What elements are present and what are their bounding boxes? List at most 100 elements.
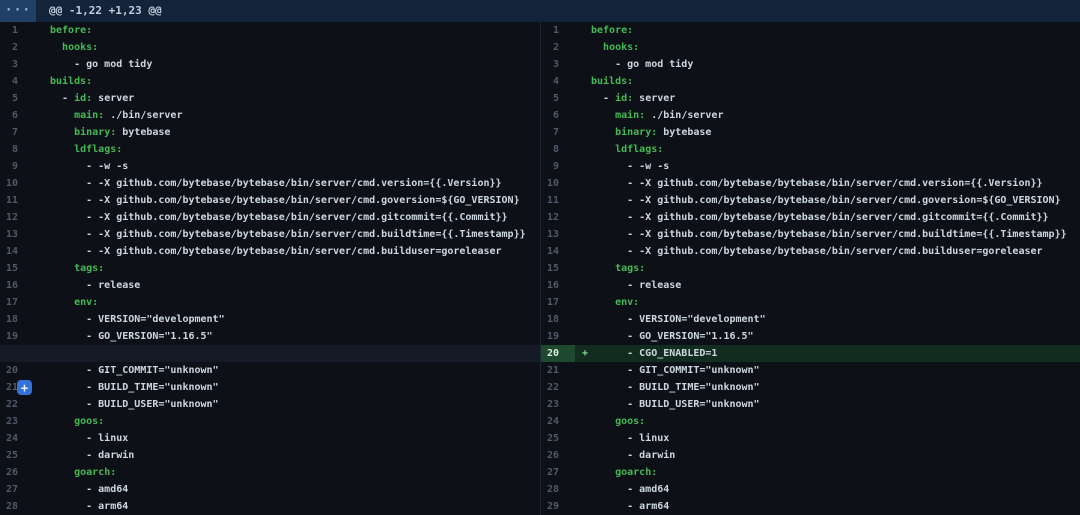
line-number[interactable]: 19 bbox=[541, 328, 575, 345]
line-number[interactable]: 18 bbox=[541, 311, 575, 328]
line-number[interactable]: 9 bbox=[541, 158, 575, 175]
code-line: tags: bbox=[50, 260, 104, 277]
diff-line-right-14: 14 - -X github.com/bytebase/bytebase/bin… bbox=[541, 243, 1080, 260]
line-number[interactable]: 5 bbox=[0, 90, 34, 107]
code-line: - -X github.com/bytebase/bytebase/bin/se… bbox=[50, 243, 502, 260]
diff-line-right-1: 1before: bbox=[541, 22, 1080, 39]
line-number[interactable]: 25 bbox=[541, 430, 575, 447]
line-number[interactable]: 28 bbox=[0, 498, 34, 515]
gutter-gap bbox=[575, 73, 591, 90]
code-line: - arm64 bbox=[591, 498, 669, 515]
diff-line-left-17: 17 env: bbox=[0, 294, 540, 311]
code-line: - BUILD_TIME="unknown" bbox=[591, 379, 760, 396]
diff-line-left-10: 10 - -X github.com/bytebase/bytebase/bin… bbox=[0, 175, 540, 192]
line-number[interactable]: 17 bbox=[0, 294, 34, 311]
gutter-gap bbox=[575, 413, 591, 430]
line-number[interactable]: 24 bbox=[0, 430, 34, 447]
line-number[interactable]: 28 bbox=[541, 481, 575, 498]
gutter-gap bbox=[575, 277, 591, 294]
gutter-gap bbox=[575, 447, 591, 464]
line-number[interactable]: 4 bbox=[541, 73, 575, 90]
line-number[interactable]: 15 bbox=[541, 260, 575, 277]
line-number[interactable]: 1 bbox=[541, 22, 575, 39]
gutter-gap bbox=[34, 447, 50, 464]
diff-line-left-6: 6 main: ./bin/server bbox=[0, 107, 540, 124]
line-number[interactable]: 20 bbox=[541, 345, 575, 362]
line-number[interactable]: 3 bbox=[0, 56, 34, 73]
gutter-gap bbox=[575, 39, 591, 56]
line-number[interactable]: 18 bbox=[0, 311, 34, 328]
diff-line-right-9: 9 - -w -s bbox=[541, 158, 1080, 175]
line-number[interactable]: 12 bbox=[541, 209, 575, 226]
code-line: - go mod tidy bbox=[50, 56, 152, 73]
line-number[interactable]: 27 bbox=[541, 464, 575, 481]
code-line: - go mod tidy bbox=[591, 56, 693, 73]
gutter-gap bbox=[575, 90, 591, 107]
line-number[interactable]: 10 bbox=[541, 175, 575, 192]
line-number[interactable]: 2 bbox=[541, 39, 575, 56]
line-number[interactable]: 13 bbox=[541, 226, 575, 243]
diff-line-right-8: 8 ldflags: bbox=[541, 141, 1080, 158]
line-number[interactable]: 23 bbox=[0, 413, 34, 430]
line-number[interactable]: 16 bbox=[0, 277, 34, 294]
line-number[interactable]: 3 bbox=[541, 56, 575, 73]
line-number[interactable]: 26 bbox=[0, 464, 34, 481]
code-line: - CGO_ENABLED=1 bbox=[591, 345, 717, 362]
diff-line-left-1: 1before: bbox=[0, 22, 540, 39]
expand-hunk-button[interactable]: ··· bbox=[0, 0, 36, 22]
diff-line-right-21: 21 - GIT_COMMIT="unknown" bbox=[541, 362, 1080, 379]
gutter-gap bbox=[34, 73, 50, 90]
line-number[interactable]: 27 bbox=[0, 481, 34, 498]
line-number[interactable]: 29 bbox=[541, 498, 575, 515]
line-number[interactable]: 8 bbox=[541, 141, 575, 158]
gutter-gap bbox=[575, 124, 591, 141]
line-number[interactable]: 19 bbox=[0, 328, 34, 345]
line-number[interactable]: 22 bbox=[0, 396, 34, 413]
code-line: - id: server bbox=[50, 90, 134, 107]
code-line: - id: server bbox=[591, 90, 675, 107]
line-number[interactable]: 16 bbox=[541, 277, 575, 294]
line-number[interactable]: 22 bbox=[541, 379, 575, 396]
gutter-gap bbox=[34, 22, 50, 39]
gutter-gap bbox=[575, 396, 591, 413]
code-line: goarch: bbox=[50, 464, 116, 481]
line-number[interactable]: 20 bbox=[0, 362, 34, 379]
line-number[interactable]: 24 bbox=[541, 413, 575, 430]
gutter-gap bbox=[575, 328, 591, 345]
line-number[interactable]: 15 bbox=[0, 260, 34, 277]
line-number[interactable]: 12 bbox=[0, 209, 34, 226]
line-number[interactable]: 7 bbox=[0, 124, 34, 141]
gutter-gap bbox=[575, 141, 591, 158]
line-number[interactable]: 21 bbox=[541, 362, 575, 379]
line-number[interactable]: 13 bbox=[0, 226, 34, 243]
line-number[interactable]: 4 bbox=[0, 73, 34, 90]
line-number[interactable]: 17 bbox=[541, 294, 575, 311]
line-number[interactable]: 9 bbox=[0, 158, 34, 175]
code-line: hooks: bbox=[50, 39, 98, 56]
line-number[interactable]: 11 bbox=[0, 192, 34, 209]
line-number[interactable]: 6 bbox=[541, 107, 575, 124]
line-number[interactable]: 25 bbox=[0, 447, 34, 464]
line-number[interactable]: 26 bbox=[541, 447, 575, 464]
line-number[interactable]: 2 bbox=[0, 39, 34, 56]
line-number[interactable]: 6 bbox=[0, 107, 34, 124]
line-number[interactable]: 5 bbox=[541, 90, 575, 107]
line-number[interactable]: 11 bbox=[541, 192, 575, 209]
diff-line-left-2: 2 hooks: bbox=[0, 39, 540, 56]
line-number[interactable]: 7 bbox=[541, 124, 575, 141]
diff-line-left-26: 26 goarch: bbox=[0, 464, 540, 481]
line-number[interactable]: 14 bbox=[0, 243, 34, 260]
code-line: - GO_VERSION="1.16.5" bbox=[591, 328, 754, 345]
add-comment-button[interactable]: + bbox=[17, 380, 32, 395]
code-line: - BUILD_USER="unknown" bbox=[50, 396, 219, 413]
line-number[interactable]: 10 bbox=[0, 175, 34, 192]
line-number[interactable]: 23 bbox=[541, 396, 575, 413]
line-number[interactable]: 1 bbox=[0, 22, 34, 39]
diff-line-right-2: 2 hooks: bbox=[541, 39, 1080, 56]
line-number[interactable]: 8 bbox=[0, 141, 34, 158]
gutter-gap bbox=[575, 294, 591, 311]
diff-line-left-15: 15 tags: bbox=[0, 260, 540, 277]
diff-line-left-14: 14 - -X github.com/bytebase/bytebase/bin… bbox=[0, 243, 540, 260]
line-number[interactable]: 14 bbox=[541, 243, 575, 260]
code-line: binary: bytebase bbox=[591, 124, 711, 141]
